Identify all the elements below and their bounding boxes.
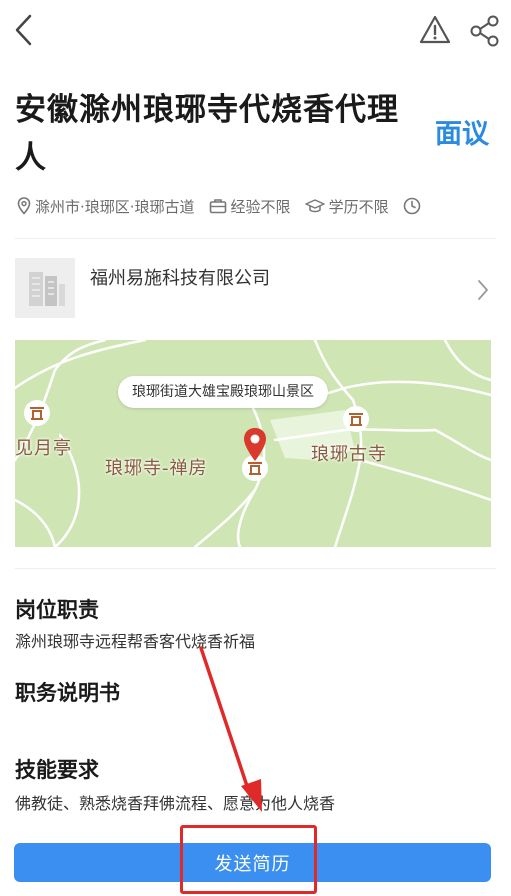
- location-text: 滁州市·琅琊区·琅琊古道: [35, 197, 195, 216]
- job-meta-row: 滁州市·琅琊区·琅琊古道 经验不限 学历不限: [17, 192, 439, 220]
- salary-label: 面议: [435, 119, 489, 150]
- graduation-cap-icon: [304, 199, 325, 213]
- clock-icon: [403, 197, 420, 215]
- location-map[interactable]: 见月亭 琅琊寺-禅房 琅琊古寺: [15, 340, 491, 547]
- location-pin-icon: [17, 197, 31, 215]
- send-resume-button[interactable]: 发送简历: [14, 843, 491, 882]
- temple-poi-icon: [343, 406, 369, 432]
- chevron-left-icon: [15, 14, 32, 46]
- company-logo: [15, 258, 75, 318]
- divider: [15, 568, 496, 569]
- job-description-title: 职务说明书: [15, 681, 120, 705]
- warning-triangle-icon: [419, 15, 451, 44]
- time-meta: [403, 197, 425, 215]
- temple-poi-icon: [24, 400, 50, 426]
- education-meta: 学历不限: [304, 196, 389, 217]
- briefcase-icon: [209, 199, 226, 214]
- duties-title: 岗位职责: [15, 598, 99, 622]
- chevron-right-icon: [478, 280, 488, 300]
- share-button[interactable]: [468, 14, 502, 48]
- building-icon: [29, 272, 65, 306]
- company-row[interactable]: 福州易施科技有限公司: [15, 258, 496, 318]
- experience-text: 经验不限: [230, 197, 291, 216]
- job-title: 安徽滁州琅琊寺代烧香代理人: [15, 92, 399, 176]
- map-poi-label: 琅琊古寺: [311, 444, 387, 465]
- map-poi-label: 琅琊寺-禅房: [105, 458, 208, 479]
- back-button[interactable]: [10, 12, 40, 48]
- map-pin-icon: [244, 428, 266, 461]
- skills-title: 技能要求: [15, 758, 99, 782]
- report-button[interactable]: [418, 14, 452, 46]
- skills-text: 佛教徒、熟悉烧香拜佛流程、愿意为他人烧香: [15, 794, 336, 813]
- company-name: 福州易施科技有限公司: [90, 268, 270, 289]
- location-meta: 滁州市·琅琊区·琅琊古道: [17, 196, 195, 217]
- map-address-tooltip: 琅琊街道大雄宝殿琅琊山景区: [118, 376, 328, 408]
- divider: [15, 238, 496, 239]
- share-icon: [470, 15, 499, 47]
- top-bar: [0, 0, 511, 62]
- duties-text: 滁州琅琊寺远程帮香客代烧香祈福: [15, 632, 256, 651]
- map-poi-label: 见月亭: [15, 438, 72, 459]
- education-text: 学历不限: [328, 197, 389, 216]
- experience-meta: 经验不限: [209, 196, 291, 217]
